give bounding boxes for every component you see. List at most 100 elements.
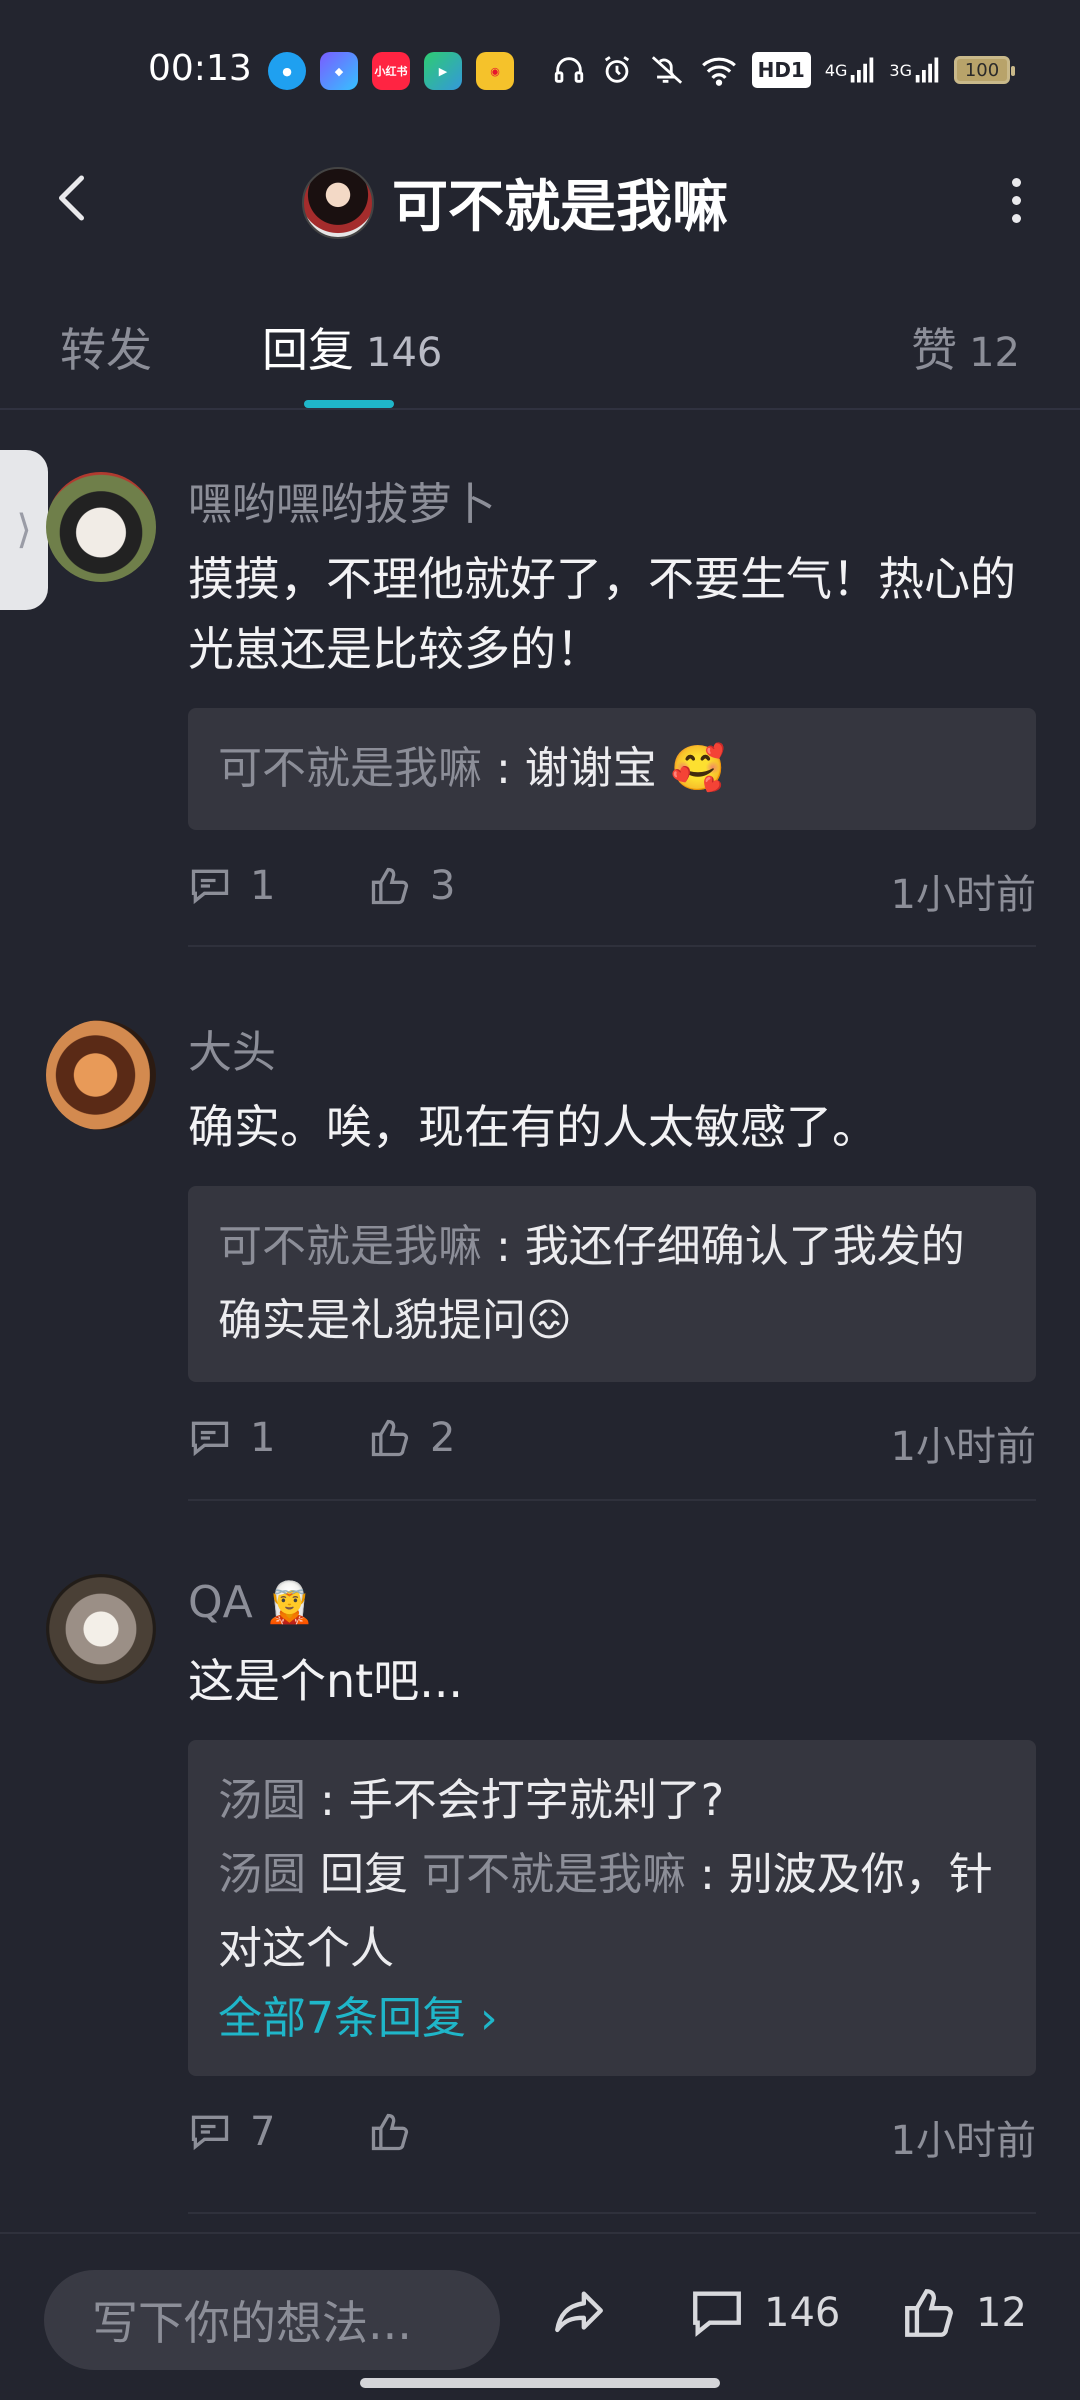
- chevron-left-icon: [59, 175, 84, 221]
- avatar[interactable]: [46, 1020, 156, 1130]
- signal-4g-icon: 4G: [825, 52, 876, 88]
- comment-icon: [191, 869, 229, 905]
- headphones-icon: [552, 52, 586, 88]
- page-title: 可不就是我嘛: [392, 175, 728, 240]
- reply-count: 1: [250, 1415, 276, 1461]
- like-button[interactable]: 3: [368, 863, 455, 909]
- view-all-replies-link[interactable]: 全部7条回复 ›: [218, 1986, 1006, 2052]
- reply-preview-box[interactable]: 可不就是我嘛 : 谢谢宝 🥰: [188, 708, 1036, 830]
- status-bar: 00:13 ● ◆ 小红书 ▶ ◉ HD1 4G 3G 100: [0, 0, 1080, 130]
- signal-3g-icon: 3G: [889, 52, 940, 88]
- thumbs-up-icon: [371, 2113, 409, 2151]
- tab-reply-count: 146: [366, 330, 443, 376]
- reply-line: 汤圆 : 手不会打字就剁了?: [218, 1764, 1006, 1838]
- back-button[interactable]: [44, 168, 104, 228]
- tab-bar: 转发 回复 146 赞 12: [0, 300, 1080, 410]
- comment-icon: [693, 2291, 741, 2337]
- reply-preview-box[interactable]: 汤圆 : 手不会打字就剁了? 汤圆 回复 可不就是我嘛 : 别波及你，针对这个人…: [188, 1740, 1036, 2076]
- reply-count: 1: [250, 863, 276, 909]
- reply-separator: :: [482, 1221, 525, 1272]
- comment-username[interactable]: QA 🧝: [188, 1572, 1036, 1632]
- reply-author[interactable]: 汤圆: [218, 1775, 306, 1826]
- comments-button[interactable]: 146: [688, 2284, 840, 2342]
- reply-separator: :: [482, 743, 525, 794]
- reply-line: 可不就是我嘛 : 谢谢宝 🥰: [218, 732, 1006, 806]
- like-button[interactable]: 2: [368, 1415, 455, 1461]
- reply-separator: :: [685, 1849, 729, 1900]
- comment-username[interactable]: 嘿哟嘿哟拔萝卜: [188, 470, 1036, 530]
- username-text: 大头: [188, 1027, 276, 1078]
- thumbs-up-icon: [371, 867, 409, 905]
- comment-footer: 1 2 1小时前: [188, 1408, 1036, 1470]
- qq-icon: ●: [268, 52, 306, 90]
- comment-input-placeholder: 写下你的想法...: [92, 2296, 412, 2350]
- comment-text[interactable]: 这是个nt吧...: [188, 1646, 1036, 1716]
- reply-author[interactable]: 汤圆: [218, 1849, 306, 1900]
- comments-count: 146: [764, 2290, 841, 2336]
- comment-icon: [191, 2115, 229, 2151]
- username-text: 嘿哟嘿哟拔萝卜: [188, 479, 496, 530]
- post-like-count: 12: [976, 2290, 1027, 2336]
- tab-reply-label: 回复: [262, 323, 354, 377]
- tab-reply[interactable]: 回复 146: [262, 314, 442, 380]
- more-options-button[interactable]: [996, 172, 1036, 228]
- reply-button[interactable]: 1: [188, 863, 368, 909]
- alarm-icon: [600, 52, 634, 88]
- comment-input[interactable]: 写下你的想法...: [44, 2270, 500, 2370]
- system-icons: HD1 4G 3G 100: [552, 52, 1015, 88]
- comment-time: 1小时前: [890, 2118, 1036, 2164]
- home-indicator[interactable]: [360, 2378, 720, 2388]
- avatar[interactable]: [46, 1574, 156, 1684]
- divider: [188, 945, 1036, 947]
- share-button[interactable]: [550, 2284, 608, 2342]
- reply-author[interactable]: 可不就是我嘛: [218, 1221, 482, 1272]
- reply-target[interactable]: 可不就是我嘛: [422, 1849, 686, 1900]
- assistant-icon: ◆: [320, 52, 358, 90]
- more-dot-icon: [1011, 195, 1021, 205]
- more-dot-icon: [1011, 213, 1021, 223]
- reply-preview-box[interactable]: 可不就是我嘛 : 我还仔细确认了我发的确实是礼貌提问😖: [188, 1186, 1036, 1382]
- notification-icons: ● ◆ 小红书 ▶ ◉: [268, 52, 514, 90]
- chevron-right-icon: ⟩: [16, 507, 32, 553]
- mute-icon: [648, 52, 686, 88]
- xiaohongshu-icon: 小红书: [372, 52, 410, 90]
- like-count: 2: [430, 1415, 456, 1461]
- reply-button[interactable]: 1: [188, 1415, 368, 1461]
- share-icon: [555, 2291, 603, 2333]
- reply-author[interactable]: 可不就是我嘛: [218, 743, 482, 794]
- reply-line: 可不就是我嘛 : 我还仔细确认了我发的确实是礼貌提问😖: [218, 1210, 1006, 1358]
- comment-time: 1小时前: [890, 1424, 1036, 1470]
- post-author[interactable]: 可不就是我嘛: [302, 162, 728, 243]
- thumbs-up-icon: [371, 1419, 409, 1457]
- side-drawer-handle[interactable]: ⟩: [0, 450, 48, 610]
- comment-time: 1小时前: [890, 872, 1036, 918]
- comment-username[interactable]: 大头: [188, 1018, 1036, 1078]
- comment-icon: [191, 1421, 229, 1457]
- reply-content: 谢谢宝 🥰: [524, 743, 726, 794]
- battery-icon: 100: [954, 56, 1015, 84]
- reply-separator: :: [306, 1775, 349, 1826]
- username-text: QA: [188, 1576, 253, 1628]
- like-post-button[interactable]: 12: [900, 2284, 1027, 2342]
- comment-footer: 7 1小时前: [188, 2102, 1036, 2164]
- reply-verb: 回复: [306, 1849, 422, 1900]
- tab-like-label: 赞: [911, 323, 958, 377]
- video-icon: ▶: [424, 52, 462, 90]
- like-count: 3: [430, 863, 456, 909]
- status-time: 00:13: [148, 48, 252, 89]
- comment-text[interactable]: 确实。唉，现在有的人太敏感了。: [188, 1092, 1036, 1162]
- author-avatar[interactable]: [302, 166, 374, 239]
- tab-forward[interactable]: 转发: [60, 314, 152, 380]
- tab-forward-label: 转发: [60, 323, 152, 377]
- hd-icon: HD1: [751, 52, 811, 88]
- comment-text[interactable]: 摸摸，不理他就好了，不要生气！热心的光崽还是比较多的！: [188, 544, 1036, 684]
- tab-like[interactable]: 赞 12: [911, 314, 1020, 380]
- divider: [188, 2212, 1036, 2214]
- user-badge-icon: 🧝: [264, 1579, 315, 1626]
- more-dot-icon: [1011, 177, 1021, 187]
- reply-line: 汤圆 回复 可不就是我嘛 : 别波及你，针对这个人: [218, 1838, 1006, 1986]
- like-button[interactable]: [368, 2110, 412, 2154]
- reply-button[interactable]: 7: [188, 2109, 368, 2155]
- thumbs-up-icon: [905, 2289, 953, 2337]
- avatar[interactable]: [46, 472, 156, 582]
